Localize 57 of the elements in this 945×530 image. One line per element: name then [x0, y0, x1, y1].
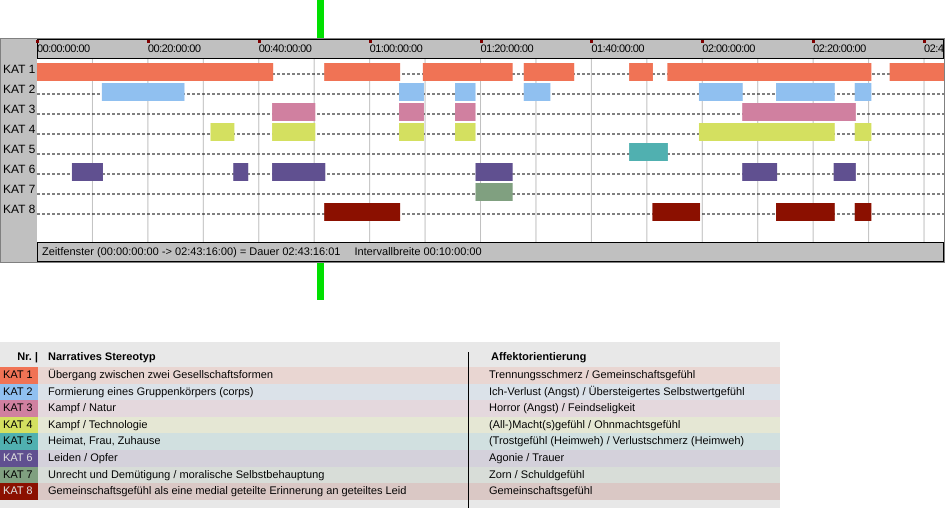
time-label: 01:00:00:00	[370, 43, 422, 56]
time-label: 02:20:00:00	[813, 43, 866, 56]
time-window-text: Zeitfenster (00:00:00:00 -> 02:43:16:00) = Dauer 02:43:16:01	[42, 244, 340, 260]
track-label: KAT 7	[2, 181, 36, 198]
stereotype-text: Heimat, Frau, Zuhause	[47, 434, 162, 450]
time-label: 00:20:00:00	[148, 43, 200, 56]
stereotype-text: Übergang zwischen zwei Gesellschaftsformen	[47, 368, 274, 384]
category-swatch: KAT 5	[0, 433, 38, 450]
time-label: 00:40:00:00	[258, 43, 312, 56]
tick-mark	[812, 40, 816, 43]
time-label: 01:20:00:00	[480, 43, 534, 56]
playhead-marker[interactable]	[317, 0, 324, 38]
track-label: KAT 8	[2, 201, 36, 218]
track-label: KAT 2	[2, 81, 36, 98]
affect-text: Horror (Angst) / Feindseligkeit	[489, 401, 636, 416]
tick-mark	[146, 40, 150, 43]
track-label: KAT 4	[2, 121, 36, 138]
affect-text: (Trostgefühl (Heimweh) / Verlustschmerz (Heimweh)	[489, 434, 744, 450]
time-label: 01:40:00:00	[591, 43, 644, 56]
stereotype-text: Unrecht und Demütigung / moralische Selbstbehauptung	[47, 468, 326, 483]
tick-mark	[590, 40, 594, 43]
tick-mark	[480, 40, 483, 43]
playhead-marker[interactable]	[317, 263, 324, 300]
stereotype-text: Gemeinschaftsgefühl als eine medial geteilte Erinnerung an geteiltes Leid	[47, 484, 408, 500]
stereotype-text: Kampf / Natur	[47, 401, 117, 416]
column-header: Affektorientierung	[490, 350, 586, 366]
affect-text: Agonie / Trauer	[489, 451, 564, 466]
tick-mark	[923, 40, 926, 43]
stereotype-text: Formierung eines Gruppenkörpers (corps)	[47, 384, 254, 400]
interval-text: Intervallbreite 00:10:00:00	[354, 244, 482, 260]
category-swatch: KAT 3	[0, 400, 38, 417]
affect-text: Zorn / Schuldgefühl	[489, 468, 584, 483]
tick-mark	[258, 40, 261, 43]
time-label: 02:00:00:00	[702, 43, 755, 56]
time-label: 00:00:00:00	[37, 43, 90, 56]
affect-text: Gemeinschaftsgefühl	[489, 484, 592, 500]
affect-text: Trennungsschmerz / Gemeinschaftsgefühl	[489, 368, 696, 384]
category-swatch: KAT 8	[0, 483, 38, 500]
tick-mark	[368, 40, 372, 43]
column-header: Narratives Stereotyp	[47, 350, 157, 366]
affect-text: (All-)Macht(s)gefühl / Ohnmachtsgefühl	[489, 418, 680, 433]
category-swatch: KAT 1	[0, 367, 38, 384]
track-label: KAT 1	[2, 61, 36, 78]
affect-text: Ich-Verlust (Angst) / Übersteigertes Selbstwertgefühl	[489, 384, 745, 400]
time-label: 02:4	[924, 43, 944, 56]
track-label: KAT 3	[2, 101, 36, 118]
stereotype-text: Kampf / Technologie	[47, 418, 148, 433]
category-swatch: KAT 2	[0, 384, 38, 400]
stereotype-text: Leiden / Opfer	[47, 451, 119, 466]
category-swatch: KAT 6	[0, 450, 38, 467]
tick-mark	[701, 40, 704, 43]
category-swatch: KAT 7	[0, 466, 38, 484]
track-label: KAT 6	[2, 161, 36, 178]
track-label: KAT 5	[2, 141, 36, 158]
tick-mark	[36, 40, 39, 43]
column-header: Nr. |	[16, 350, 39, 366]
category-swatch: KAT 4	[0, 416, 38, 434]
